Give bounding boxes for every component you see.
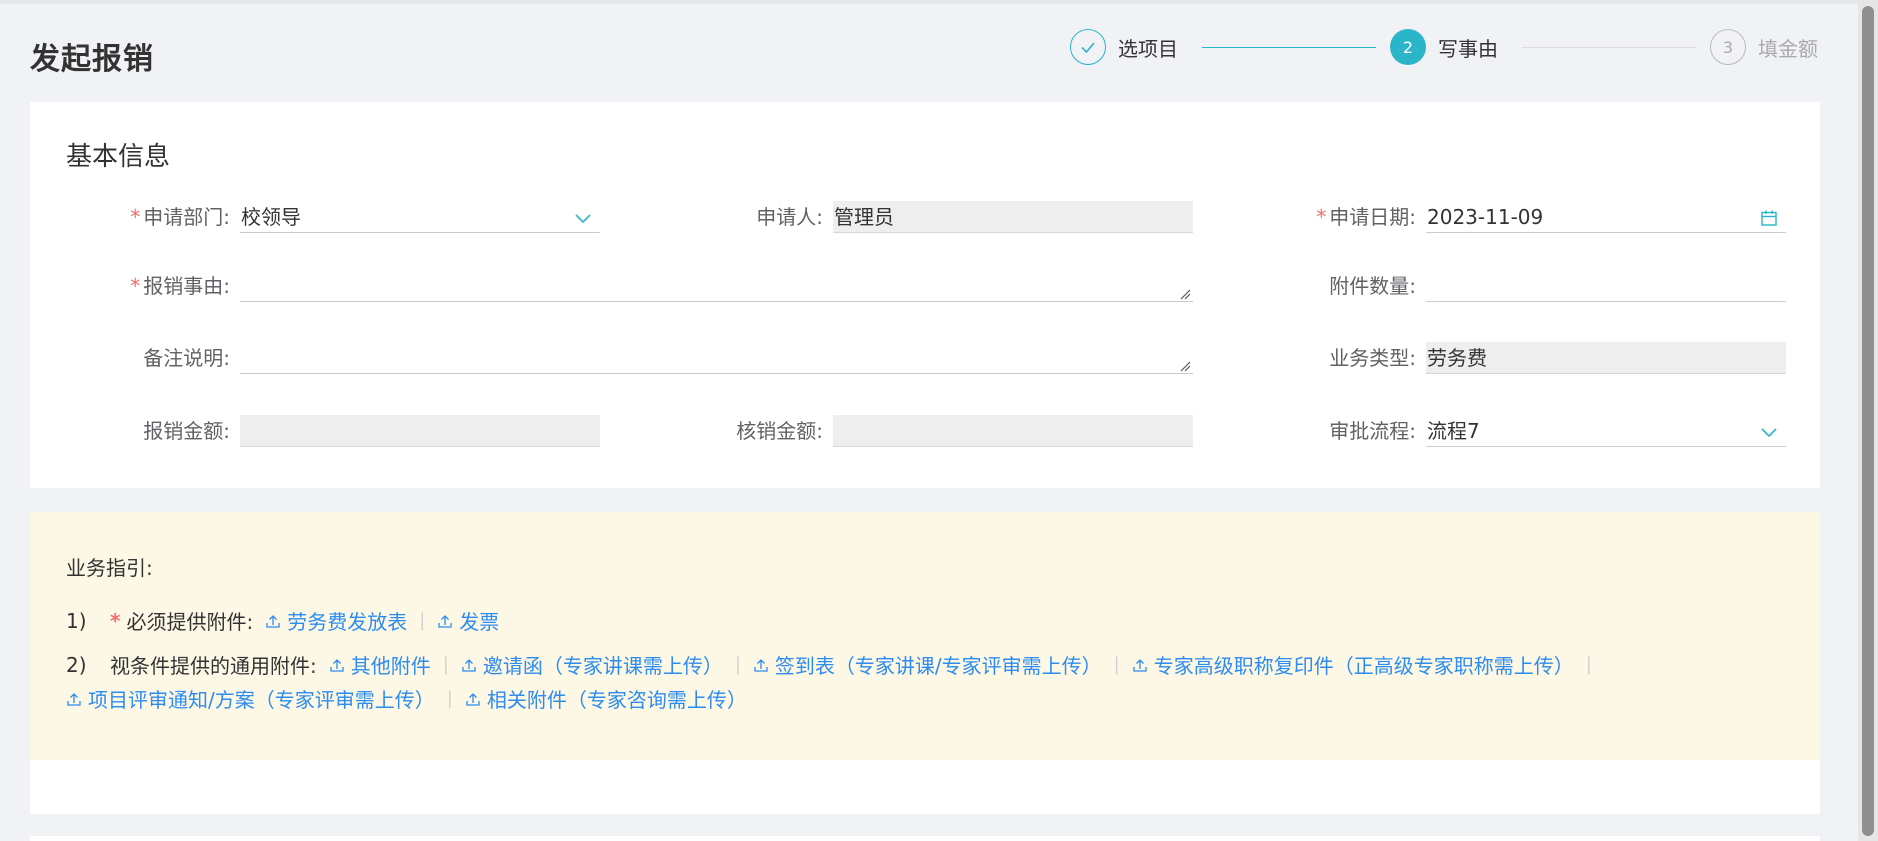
upload-icon bbox=[330, 658, 344, 672]
basic-info-card: 基本信息 * 申请部门: 校领导 申请人: 管理员 * 申请日期: 2023-11-… bbox=[30, 102, 1820, 488]
step-fill-amount[interactable]: 3 填金额 bbox=[1710, 29, 1818, 65]
step-select-project[interactable]: 选项目 bbox=[1070, 29, 1178, 65]
upload-icon bbox=[438, 614, 452, 628]
step-write-reason[interactable]: 2 写事由 bbox=[1390, 29, 1498, 65]
conditional-attachments-row: 2) 视条件提供的通用附件: 其他附件 | 邀请函（专家讲课需上传） | 签到表… bbox=[66, 650, 1604, 679]
chevron-down-icon[interactable] bbox=[1760, 423, 1778, 441]
reimburse-amount-field: 报销金额: bbox=[143, 415, 600, 447]
section-title: 基本信息 bbox=[66, 142, 171, 172]
upload-related-attachment-link[interactable]: 相关附件（专家咨询需上传） bbox=[465, 684, 747, 713]
upload-icon bbox=[266, 614, 280, 628]
remark-textarea[interactable] bbox=[240, 342, 1193, 374]
upload-expert-title-copy-link[interactable]: 专家高级职称复印件（正高级专家职称需上传） bbox=[1132, 650, 1574, 679]
chevron-down-icon[interactable] bbox=[574, 209, 592, 227]
applicant-input: 管理员 bbox=[833, 201, 1193, 233]
reason-textarea[interactable] bbox=[240, 270, 1193, 302]
upload-icon bbox=[1133, 658, 1147, 672]
approval-flow-field[interactable]: 审批流程: 流程7 bbox=[1329, 415, 1786, 447]
business-guide: 业务指引: 1) * 必须提供附件: 劳务费发放表 | 发票 2) 视条件提供的… bbox=[30, 512, 1820, 760]
date-field[interactable]: * 申请日期: 2023-11-09 bbox=[1316, 201, 1786, 233]
resize-grip-icon[interactable] bbox=[1179, 288, 1191, 300]
guide-title: 业务指引: bbox=[66, 556, 153, 580]
business-type-field: 业务类型: 劳务费 bbox=[1329, 342, 1786, 374]
step-label: 写事由 bbox=[1438, 36, 1498, 61]
upload-invitation-link[interactable]: 邀请函（专家讲课需上传） bbox=[461, 650, 723, 679]
department-select[interactable]: 校领导 bbox=[240, 201, 600, 233]
page-title: 发起报销 bbox=[30, 42, 154, 77]
approval-flow-select[interactable]: 流程7 bbox=[1426, 415, 1786, 447]
upload-icon bbox=[754, 658, 768, 672]
next-card bbox=[30, 836, 1820, 841]
guide-footer bbox=[30, 760, 1820, 814]
date-input[interactable]: 2023-11-09 bbox=[1426, 201, 1786, 233]
upload-other-attachment-link[interactable]: 其他附件 bbox=[329, 650, 431, 679]
upload-review-notice-link[interactable]: 项目评审通知/方案（专家评审需上传） bbox=[66, 684, 435, 713]
upload-invoice-link[interactable]: 发票 bbox=[437, 606, 499, 635]
page: 发起报销 选项目 2 写事由 3 填金额 基本信息 *申请部门: 校领导 申请 bbox=[0, 0, 1858, 841]
upload-icon bbox=[67, 692, 81, 706]
calendar-icon[interactable] bbox=[1760, 209, 1778, 227]
reimburse-amount-input bbox=[240, 415, 600, 447]
step-label: 填金额 bbox=[1758, 36, 1818, 61]
attachments-count-input[interactable] bbox=[1426, 270, 1786, 302]
upload-signin-sheet-link[interactable]: 签到表（专家讲课/专家评审需上传） bbox=[753, 650, 1102, 679]
upload-icon bbox=[462, 658, 476, 672]
step-connector bbox=[1202, 47, 1376, 48]
remark-field[interactable]: 备注说明: bbox=[143, 342, 1193, 374]
business-type-input: 劳务费 bbox=[1426, 342, 1786, 374]
top-shadow bbox=[0, 0, 1858, 4]
department-field[interactable]: * 申请部门: 校领导 bbox=[130, 201, 600, 233]
applicant-field: 申请人: 管理员 bbox=[756, 201, 1193, 233]
step-number: 3 bbox=[1710, 29, 1746, 65]
upload-icon bbox=[466, 692, 480, 706]
check-icon bbox=[1070, 29, 1106, 65]
reason-field[interactable]: * 报销事由: bbox=[130, 270, 1193, 302]
required-attachments-row: 1) * 必须提供附件: 劳务费发放表 | 发票 bbox=[66, 606, 499, 635]
verify-amount-input bbox=[833, 415, 1193, 447]
conditional-attachments-row-2: 项目评审通知/方案（专家评审需上传） | 相关附件（专家咨询需上传） bbox=[66, 684, 747, 713]
scrollbar-thumb[interactable] bbox=[1862, 6, 1874, 836]
steps-progress: 选项目 2 写事由 3 填金额 bbox=[1070, 29, 1830, 67]
resize-grip-icon[interactable] bbox=[1179, 360, 1191, 372]
step-label: 选项目 bbox=[1118, 36, 1178, 61]
step-number: 2 bbox=[1390, 29, 1426, 65]
verify-amount-field: 核销金额: bbox=[736, 415, 1193, 447]
attachments-count-field[interactable]: 附件数量: bbox=[1329, 270, 1786, 302]
step-connector bbox=[1522, 47, 1696, 48]
vertical-scrollbar[interactable] bbox=[1858, 0, 1878, 841]
upload-labor-fee-sheet-link[interactable]: 劳务费发放表 bbox=[265, 606, 407, 635]
